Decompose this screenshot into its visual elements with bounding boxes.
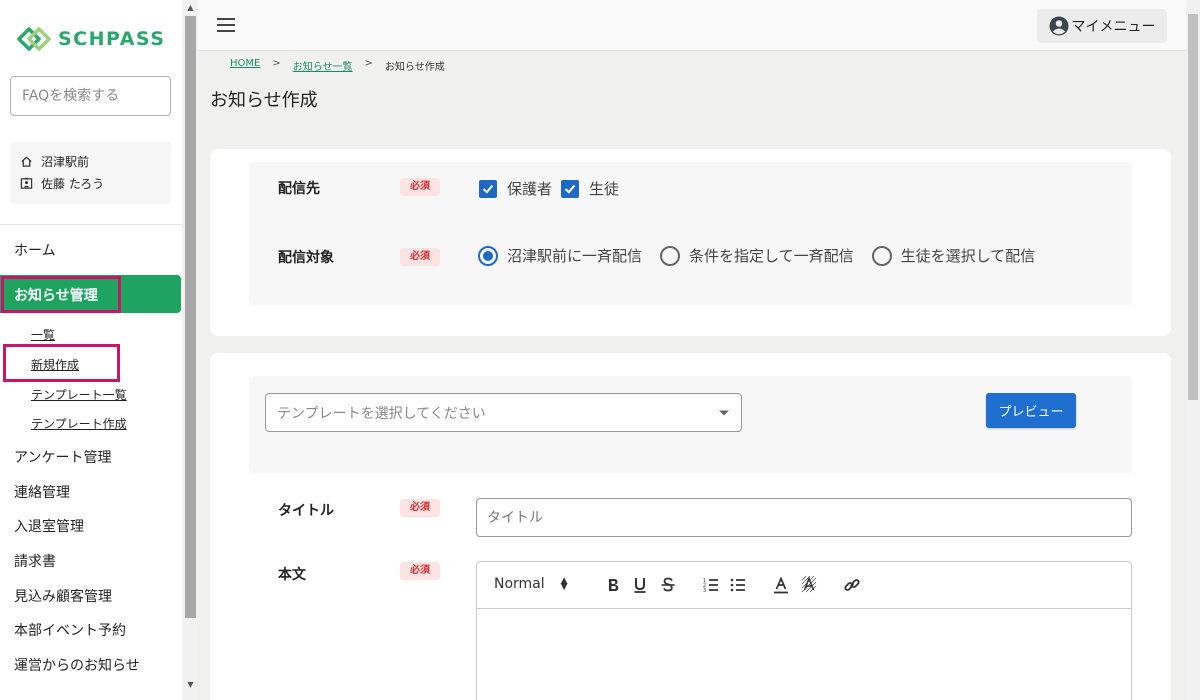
highlight-news-management — [1, 276, 121, 313]
breadcrumb-home[interactable]: HOME — [230, 58, 260, 73]
breadcrumb-news-list[interactable]: お知らせ一覧 — [293, 58, 353, 73]
page-title: お知らせ作成 — [210, 90, 318, 111]
background-color-icon[interactable] — [798, 574, 820, 596]
account-circle-icon — [1049, 16, 1068, 36]
nav-item-entry-exit[interactable]: 入退室管理 — [14, 516, 84, 536]
required-badge: 必須 — [400, 248, 440, 266]
bold-icon[interactable] — [602, 574, 624, 596]
sub-item-template-list[interactable]: テンプレート一覧 — [31, 386, 127, 403]
title-input[interactable] — [476, 498, 1132, 537]
sidebar: SCHPASS 沼津駅前 佐藤 たろう ホーム お知らせ管理 一覧 新規作成 テ… — [0, 0, 182, 700]
link-icon[interactable] — [841, 574, 863, 596]
ordered-list-icon[interactable]: 123 — [700, 574, 722, 596]
schpass-logo-icon — [17, 27, 51, 51]
template-select-placeholder: テンプレートを選択してください — [277, 405, 486, 422]
user-info-box: 沼津駅前 佐藤 たろう — [10, 142, 171, 204]
target-label: 配信対象 — [278, 250, 334, 266]
required-badge: 必須 — [400, 499, 440, 517]
breadcrumb-separator: > — [364, 58, 373, 69]
target-radio-conditions[interactable] — [660, 245, 681, 266]
target-radio-students[interactable] — [871, 245, 892, 266]
strikethrough-icon[interactable] — [657, 574, 679, 596]
highlight-new — [3, 344, 120, 382]
nav-item-invoice[interactable]: 請求書 — [14, 551, 56, 571]
hamburger-menu-icon[interactable] — [216, 17, 236, 37]
nav-item-hq-events[interactable]: 本部イベント予約 — [14, 620, 126, 640]
student-checkbox[interactable] — [561, 179, 580, 198]
user-name: 佐藤 たろう — [41, 176, 105, 191]
check-icon — [482, 184, 494, 194]
breadcrumb-separator: > — [272, 58, 281, 69]
guardian-checkbox[interactable] — [479, 179, 497, 198]
required-badge: 必須 — [400, 178, 440, 196]
top-header: マイメニュー — [198, 0, 1186, 51]
nav-item-ops-news[interactable]: 運営からのお知らせ — [14, 655, 140, 675]
target-radio-all[interactable] — [478, 245, 498, 266]
home-icon — [21, 155, 32, 167]
sidebar-scrollbar-thumb[interactable] — [185, 16, 196, 618]
recipient-section — [249, 162, 1132, 305]
text-format-value: Normal — [494, 576, 545, 592]
target-option-conditions: 条件を指定して一斉配信 — [689, 247, 854, 265]
user-line: 佐藤 たろう — [20, 172, 161, 194]
nav-item-survey[interactable]: アンケート管理 — [14, 447, 111, 467]
breadcrumb: HOME > お知らせ一覧 > お知らせ作成 — [230, 58, 445, 73]
body-editor: Normal ▲ ▼ 123 — [476, 561, 1132, 700]
faq-search-input[interactable] — [10, 76, 171, 116]
sidebar-divider — [0, 224, 182, 225]
updown-arrows-icon: ▲ ▼ — [560, 576, 568, 592]
logo-text: SCHPASS — [58, 28, 166, 50]
text-color-icon[interactable] — [770, 574, 792, 596]
scroll-down-icon[interactable]: ▼ — [185, 680, 196, 690]
student-label: 生徒 — [589, 180, 620, 198]
svg-text:3: 3 — [703, 588, 706, 594]
body-label: 本文 — [278, 567, 306, 583]
preview-button[interactable]: プレビュー — [986, 393, 1076, 428]
caret-down-icon — [719, 410, 729, 415]
scroll-up-icon[interactable]: ▲ — [185, 3, 196, 13]
sub-item-template-create[interactable]: テンプレート作成 — [31, 415, 127, 432]
school-line: 沼津駅前 — [20, 150, 161, 172]
sub-item-list[interactable]: 一覧 — [31, 326, 55, 343]
nav-item-contact[interactable]: 連絡管理 — [14, 482, 70, 502]
required-badge: 必須 — [400, 562, 440, 580]
my-menu-label: マイメニュー — [1071, 19, 1156, 35]
recipients-checkbox-group: 保護者 生徒 — [479, 178, 619, 199]
page-scrollbar-thumb[interactable] — [1188, 14, 1198, 400]
schpass-logo[interactable]: SCHPASS — [16, 26, 165, 52]
editor-toolbar: Normal ▲ ▼ 123 — [477, 562, 1131, 609]
recipients-label: 配信先 — [278, 181, 320, 197]
breadcrumb-current: お知らせ作成 — [384, 62, 445, 73]
target-radio-group: 沼津駅前に一斉配信 条件を指定して一斉配信 生徒を選択して配信 — [478, 245, 1035, 266]
check-icon — [564, 184, 576, 194]
underline-icon[interactable] — [629, 574, 651, 596]
title-label: タイトル — [278, 503, 334, 519]
nav-item-home[interactable]: ホーム — [14, 240, 56, 260]
template-select[interactable]: テンプレートを選択してください — [265, 393, 742, 432]
my-menu-button[interactable]: マイメニュー — [1037, 9, 1167, 43]
nav-item-prospects[interactable]: 見込み顧客管理 — [14, 586, 112, 606]
id-badge-icon — [20, 177, 33, 189]
target-option-all: 沼津駅前に一斉配信 — [507, 247, 643, 265]
text-format-select[interactable]: Normal ▲ ▼ — [494, 576, 568, 592]
target-option-students: 生徒を選択して配信 — [900, 247, 1036, 265]
school-name: 沼津駅前 — [41, 154, 90, 169]
guardian-label: 保護者 — [507, 180, 553, 198]
bullet-list-icon[interactable] — [727, 574, 749, 596]
